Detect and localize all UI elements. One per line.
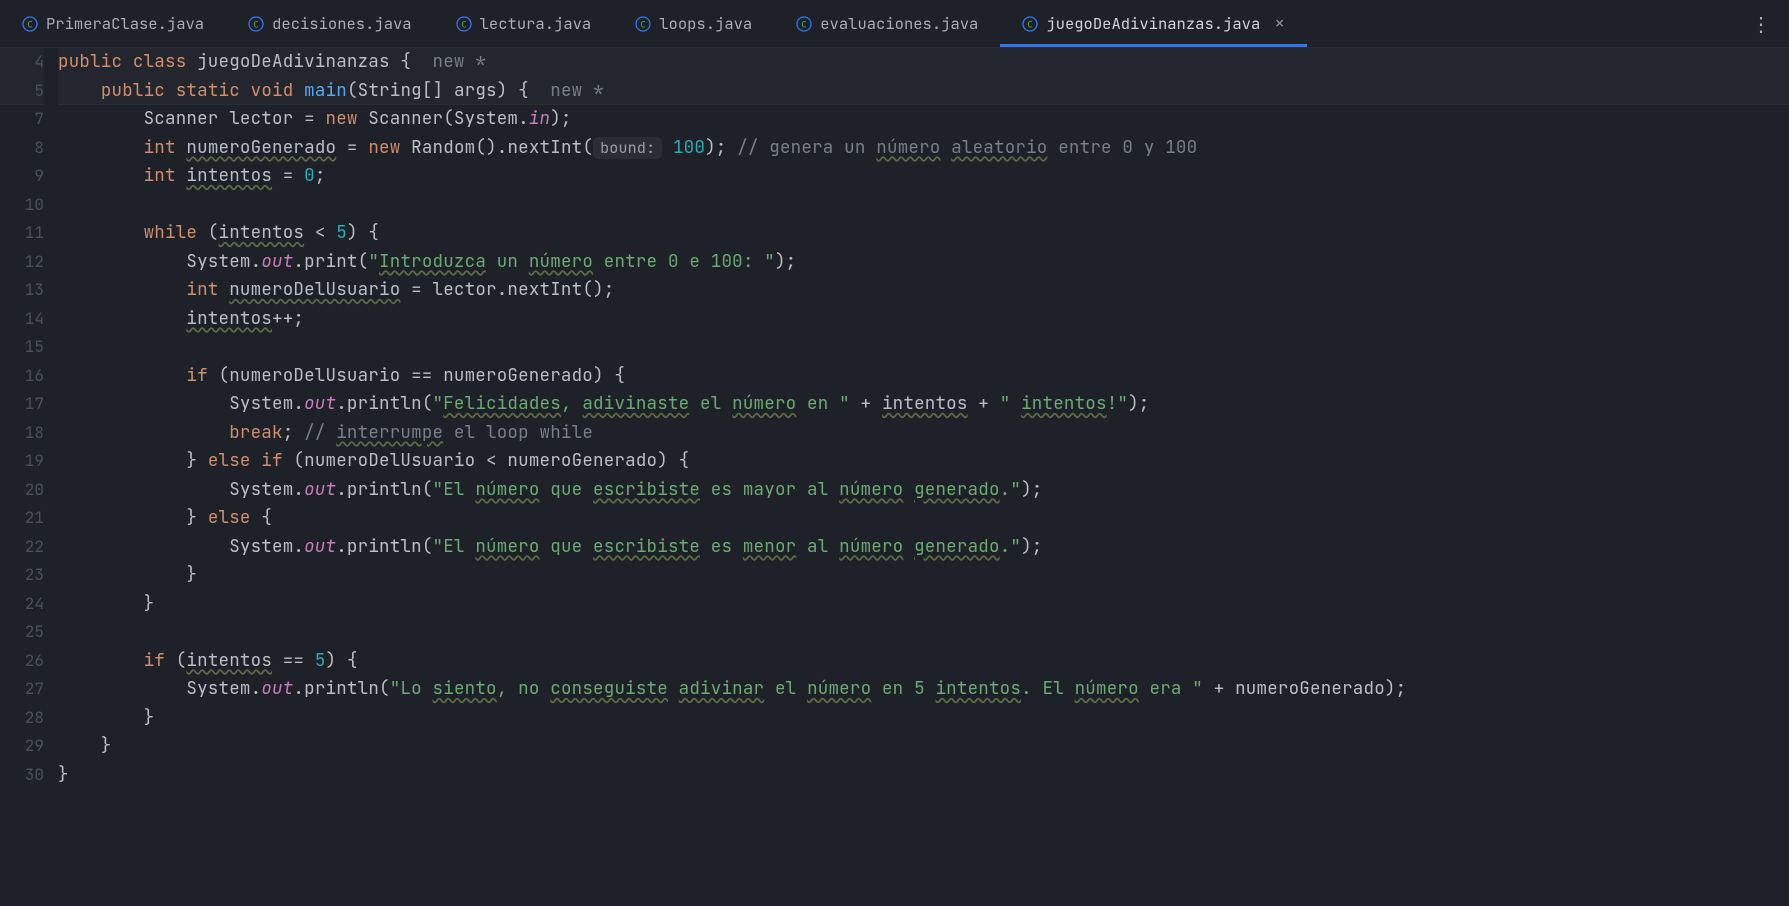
code-line: int numeroDelUsuario = lector.nextInt(); xyxy=(58,276,1789,305)
line-number: 20 xyxy=(0,476,44,505)
tab-primeraclase[interactable]: C PrimeraClase.java xyxy=(0,0,226,47)
code-line: while (intentos < 5) { xyxy=(58,219,1789,248)
svg-text:C: C xyxy=(802,20,807,30)
inlay-hint: bound: xyxy=(593,137,662,159)
tab-decisiones[interactable]: C decisiones.java xyxy=(226,0,434,47)
code-line: if (numeroDelUsuario == numeroGenerado) … xyxy=(58,362,1789,391)
java-class-icon: C xyxy=(635,16,651,32)
line-number: 10 xyxy=(0,191,44,220)
close-icon[interactable]: × xyxy=(1274,12,1285,35)
tab-loops[interactable]: C loops.java xyxy=(613,0,774,47)
java-class-icon: C xyxy=(456,16,472,32)
code-line: System.out.print("Introduzca un número e… xyxy=(58,248,1789,277)
line-number: 8 xyxy=(0,134,44,163)
tab-lectura[interactable]: C lectura.java xyxy=(434,0,614,47)
line-number: 25 xyxy=(0,618,44,647)
tab-label: decisiones.java xyxy=(272,13,412,34)
line-number: 26 xyxy=(0,647,44,676)
code-line: } xyxy=(58,732,1789,761)
line-number: 9 xyxy=(0,162,44,191)
java-class-icon: C xyxy=(1022,16,1038,32)
code-line: Scanner lector = new Scanner(System.in); xyxy=(58,105,1789,134)
code-line: } else if (numeroDelUsuario < numeroGene… xyxy=(58,447,1789,476)
code-line xyxy=(58,191,1789,220)
line-number: 27 xyxy=(0,675,44,704)
tab-label: juegoDeAdivinanzas.java xyxy=(1046,13,1260,34)
code-line: public static void main(String[] args) {… xyxy=(58,77,1789,106)
line-number: 15 xyxy=(0,333,44,362)
line-number: 4 xyxy=(0,48,44,77)
tab-label: loops.java xyxy=(659,13,752,34)
code-line: } xyxy=(58,561,1789,590)
code-line: int intentos = 0; xyxy=(58,162,1789,191)
code-line: int numeroGenerado = new Random().nextIn… xyxy=(58,134,1789,163)
line-number: 12 xyxy=(0,248,44,277)
code-line: } xyxy=(58,704,1789,733)
code-line: System.out.println("El número que escrib… xyxy=(58,533,1789,562)
line-number: 24 xyxy=(0,590,44,619)
code-line: } else { xyxy=(58,504,1789,533)
line-number: 11 xyxy=(0,219,44,248)
line-number: 28 xyxy=(0,704,44,733)
svg-text:C: C xyxy=(461,20,466,30)
tab-evaluaciones[interactable]: C evaluaciones.java xyxy=(774,0,1000,47)
svg-text:C: C xyxy=(641,20,646,30)
line-number: 21 xyxy=(0,504,44,533)
code-line: } xyxy=(58,761,1789,790)
tab-options-icon[interactable]: ⋮ xyxy=(1751,0,1771,48)
code-line: public class juegoDeAdivinanzas { new * xyxy=(58,48,1789,77)
line-number: 23 xyxy=(0,561,44,590)
line-gutter: 4 5 7 8 9 10 11 12 13 14 15 16 17 18 19 … xyxy=(0,48,58,906)
line-number: 19 xyxy=(0,447,44,476)
line-number: 17 xyxy=(0,390,44,419)
line-number: 7 xyxy=(0,105,44,134)
line-number: 29 xyxy=(0,732,44,761)
line-number: 14 xyxy=(0,305,44,334)
line-number: 22 xyxy=(0,533,44,562)
code-line: System.out.println("Lo siento, no conseg… xyxy=(58,675,1789,704)
line-number: 18 xyxy=(0,419,44,448)
tab-label: evaluaciones.java xyxy=(820,13,978,34)
java-class-icon: C xyxy=(248,16,264,32)
code-line xyxy=(58,618,1789,647)
line-number: 13 xyxy=(0,276,44,305)
tab-label: PrimeraClase.java xyxy=(46,13,204,34)
code-line xyxy=(58,333,1789,362)
svg-text:C: C xyxy=(253,20,258,30)
svg-text:C: C xyxy=(27,20,32,30)
java-class-icon: C xyxy=(796,16,812,32)
editor-tabstrip: C PrimeraClase.java C decisiones.java C … xyxy=(0,0,1789,48)
svg-text:C: C xyxy=(1028,20,1033,30)
code-editor[interactable]: 4 5 7 8 9 10 11 12 13 14 15 16 17 18 19 … xyxy=(0,48,1789,906)
code-line: } xyxy=(58,590,1789,619)
code-line: if (intentos == 5) { xyxy=(58,647,1789,676)
code-line: System.out.println("El número que escrib… xyxy=(58,476,1789,505)
line-number: 30 xyxy=(0,761,44,790)
line-number: 16 xyxy=(0,362,44,391)
line-number: 5 xyxy=(0,77,44,106)
code-line: break; // interrumpe el loop while xyxy=(58,419,1789,448)
tab-juegodeadivinanzas[interactable]: C juegoDeAdivinanzas.java × xyxy=(1000,0,1307,47)
code-line: System.out.println("Felicidades, adivina… xyxy=(58,390,1789,419)
code-area[interactable]: public class juegoDeAdivinanzas { new * … xyxy=(58,48,1789,906)
tab-label: lectura.java xyxy=(480,13,592,34)
java-class-icon: C xyxy=(22,16,38,32)
code-line: intentos++; xyxy=(58,305,1789,334)
